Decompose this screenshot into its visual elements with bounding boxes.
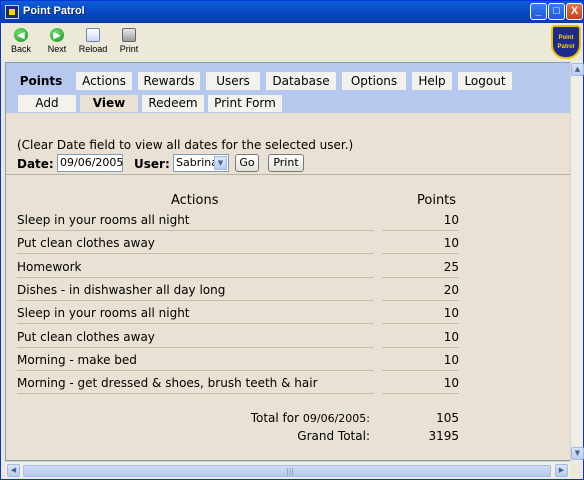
next-arrow-icon: ▶ <box>50 28 64 42</box>
table-row: Morning - make bed 10 <box>6 349 570 372</box>
back-arrow-icon: ◀ <box>14 28 28 42</box>
action-cell: Sleep in your rooms all night <box>17 213 374 231</box>
points-cell: 10 <box>382 376 459 395</box>
back-button[interactable]: ◀ Back <box>3 26 39 58</box>
subtab-print-form[interactable]: Print Form <box>208 95 282 112</box>
table-row: Put clean clothes away 10 <box>6 232 570 255</box>
reload-button[interactable]: Reload <box>75 26 111 58</box>
logo-line-1: Point <box>558 35 574 41</box>
app-icon <box>5 5 19 19</box>
maximize-button[interactable]: □ <box>548 3 565 20</box>
reload-icon <box>86 28 100 42</box>
subtab-redeem[interactable]: Redeem <box>142 95 204 112</box>
vertical-scrollbar[interactable]: ▲ ▼ <box>570 62 584 461</box>
action-cell: Sleep in your rooms all night <box>17 306 374 325</box>
points-cell: 10 <box>382 213 459 231</box>
back-label: Back <box>10 44 31 54</box>
points-cell: 10 <box>382 306 459 325</box>
action-cell: Dishes - in dishwasher all day long <box>17 283 374 301</box>
tab-points[interactable]: Points <box>14 72 68 90</box>
scroll-left-icon[interactable]: ◀ <box>7 464 20 477</box>
table-row: Sleep in your rooms all night 10 <box>6 302 570 325</box>
user-select[interactable]: Sabrina ▼ <box>173 154 229 172</box>
tab-options[interactable]: Options <box>342 72 406 90</box>
subtab-add[interactable]: Add <box>18 95 76 112</box>
date-total-date: 09/06/2005: <box>302 412 370 425</box>
print-button[interactable]: Print <box>268 154 304 172</box>
next-label: Next <box>47 44 67 54</box>
print-toolbar-button[interactable]: Print <box>111 26 147 58</box>
date-field[interactable]: 09/06/2005 <box>57 154 123 172</box>
next-button[interactable]: ▶ Next <box>39 26 75 58</box>
grip-icon: ||| <box>286 467 295 476</box>
points-column-header: Points <box>417 193 457 208</box>
point-patrol-badge-logo: Point Patrol <box>551 25 581 59</box>
points-cell: 10 <box>382 330 459 348</box>
scroll-right-icon[interactable]: ▶ <box>555 464 568 477</box>
window-title: Point Patrol <box>23 5 85 17</box>
points-cell: 10 <box>382 236 459 255</box>
subtab-view[interactable]: View <box>80 95 138 112</box>
action-cell: Put clean clothes away <box>17 236 374 255</box>
title-bar[interactable]: Point Patrol _ □ X <box>1 1 583 23</box>
content-area: Points Actions Rewards Users Database Op… <box>5 62 571 461</box>
actions-column-header: Actions <box>171 193 219 208</box>
tab-database[interactable]: Database <box>266 72 336 90</box>
action-cell: Morning - make bed <box>17 353 374 371</box>
close-button[interactable]: X <box>566 3 583 20</box>
scroll-down-icon[interactable]: ▼ <box>571 447 584 460</box>
tab-actions[interactable]: Actions <box>76 72 132 90</box>
user-label: User: <box>134 157 170 171</box>
print-toolbar-label: Print <box>119 44 139 54</box>
horizontal-scroll-thumb[interactable]: ||| <box>23 465 551 477</box>
tab-rewards[interactable]: Rewards <box>138 72 200 90</box>
user-select-value: Sabrina <box>176 156 218 169</box>
grand-total-label: Grand Total: <box>297 429 370 443</box>
action-cell: Morning - get dressed & shoes, brush tee… <box>17 376 374 395</box>
points-cell: 25 <box>382 260 459 278</box>
navigation-bar: Points Actions Rewards Users Database Op… <box>6 63 570 113</box>
points-cell: 20 <box>382 283 459 301</box>
toolbar: ◀ Back ▶ Next Reload Print Point Patrol <box>1 23 583 61</box>
action-cell: Homework <box>17 260 374 278</box>
table-row: Morning - get dressed & shoes, brush tee… <box>6 372 570 395</box>
app-window: Point Patrol _ □ X ◀ Back ▶ Next Reload … <box>0 0 584 480</box>
table-row: Sleep in your rooms all night 10 <box>6 209 570 232</box>
date-total-prefix: Total for <box>250 411 300 425</box>
date-total-label: Total for 09/06/2005: <box>251 411 370 425</box>
reload-label: Reload <box>78 44 108 54</box>
scroll-up-icon[interactable]: ▲ <box>571 63 584 76</box>
tab-users[interactable]: Users <box>206 72 260 90</box>
points-cell: 10 <box>382 353 459 371</box>
date-field-hint: (Clear Date field to view all dates for … <box>17 138 354 152</box>
logo-line-2: Patrol <box>557 44 575 50</box>
horizontal-scrollbar[interactable]: ◀ ||| ▶ <box>5 461 571 478</box>
chevron-down-icon[interactable]: ▼ <box>214 156 227 170</box>
grand-total-value: 3195 <box>428 429 459 443</box>
table-row: Homework 25 <box>6 256 570 279</box>
minimize-button[interactable]: _ <box>530 3 547 20</box>
table-row: Put clean clothes away 10 <box>6 326 570 349</box>
tab-help[interactable]: Help <box>412 72 452 90</box>
date-total-value: 105 <box>436 411 459 425</box>
printer-icon <box>122 28 136 42</box>
table-row: Dishes - in dishwasher all day long 20 <box>6 279 570 302</box>
tab-logout[interactable]: Logout <box>458 72 512 90</box>
action-cell: Put clean clothes away <box>17 330 374 348</box>
divider <box>6 174 570 175</box>
go-button[interactable]: Go <box>235 154 259 172</box>
date-label: Date: <box>17 157 54 171</box>
